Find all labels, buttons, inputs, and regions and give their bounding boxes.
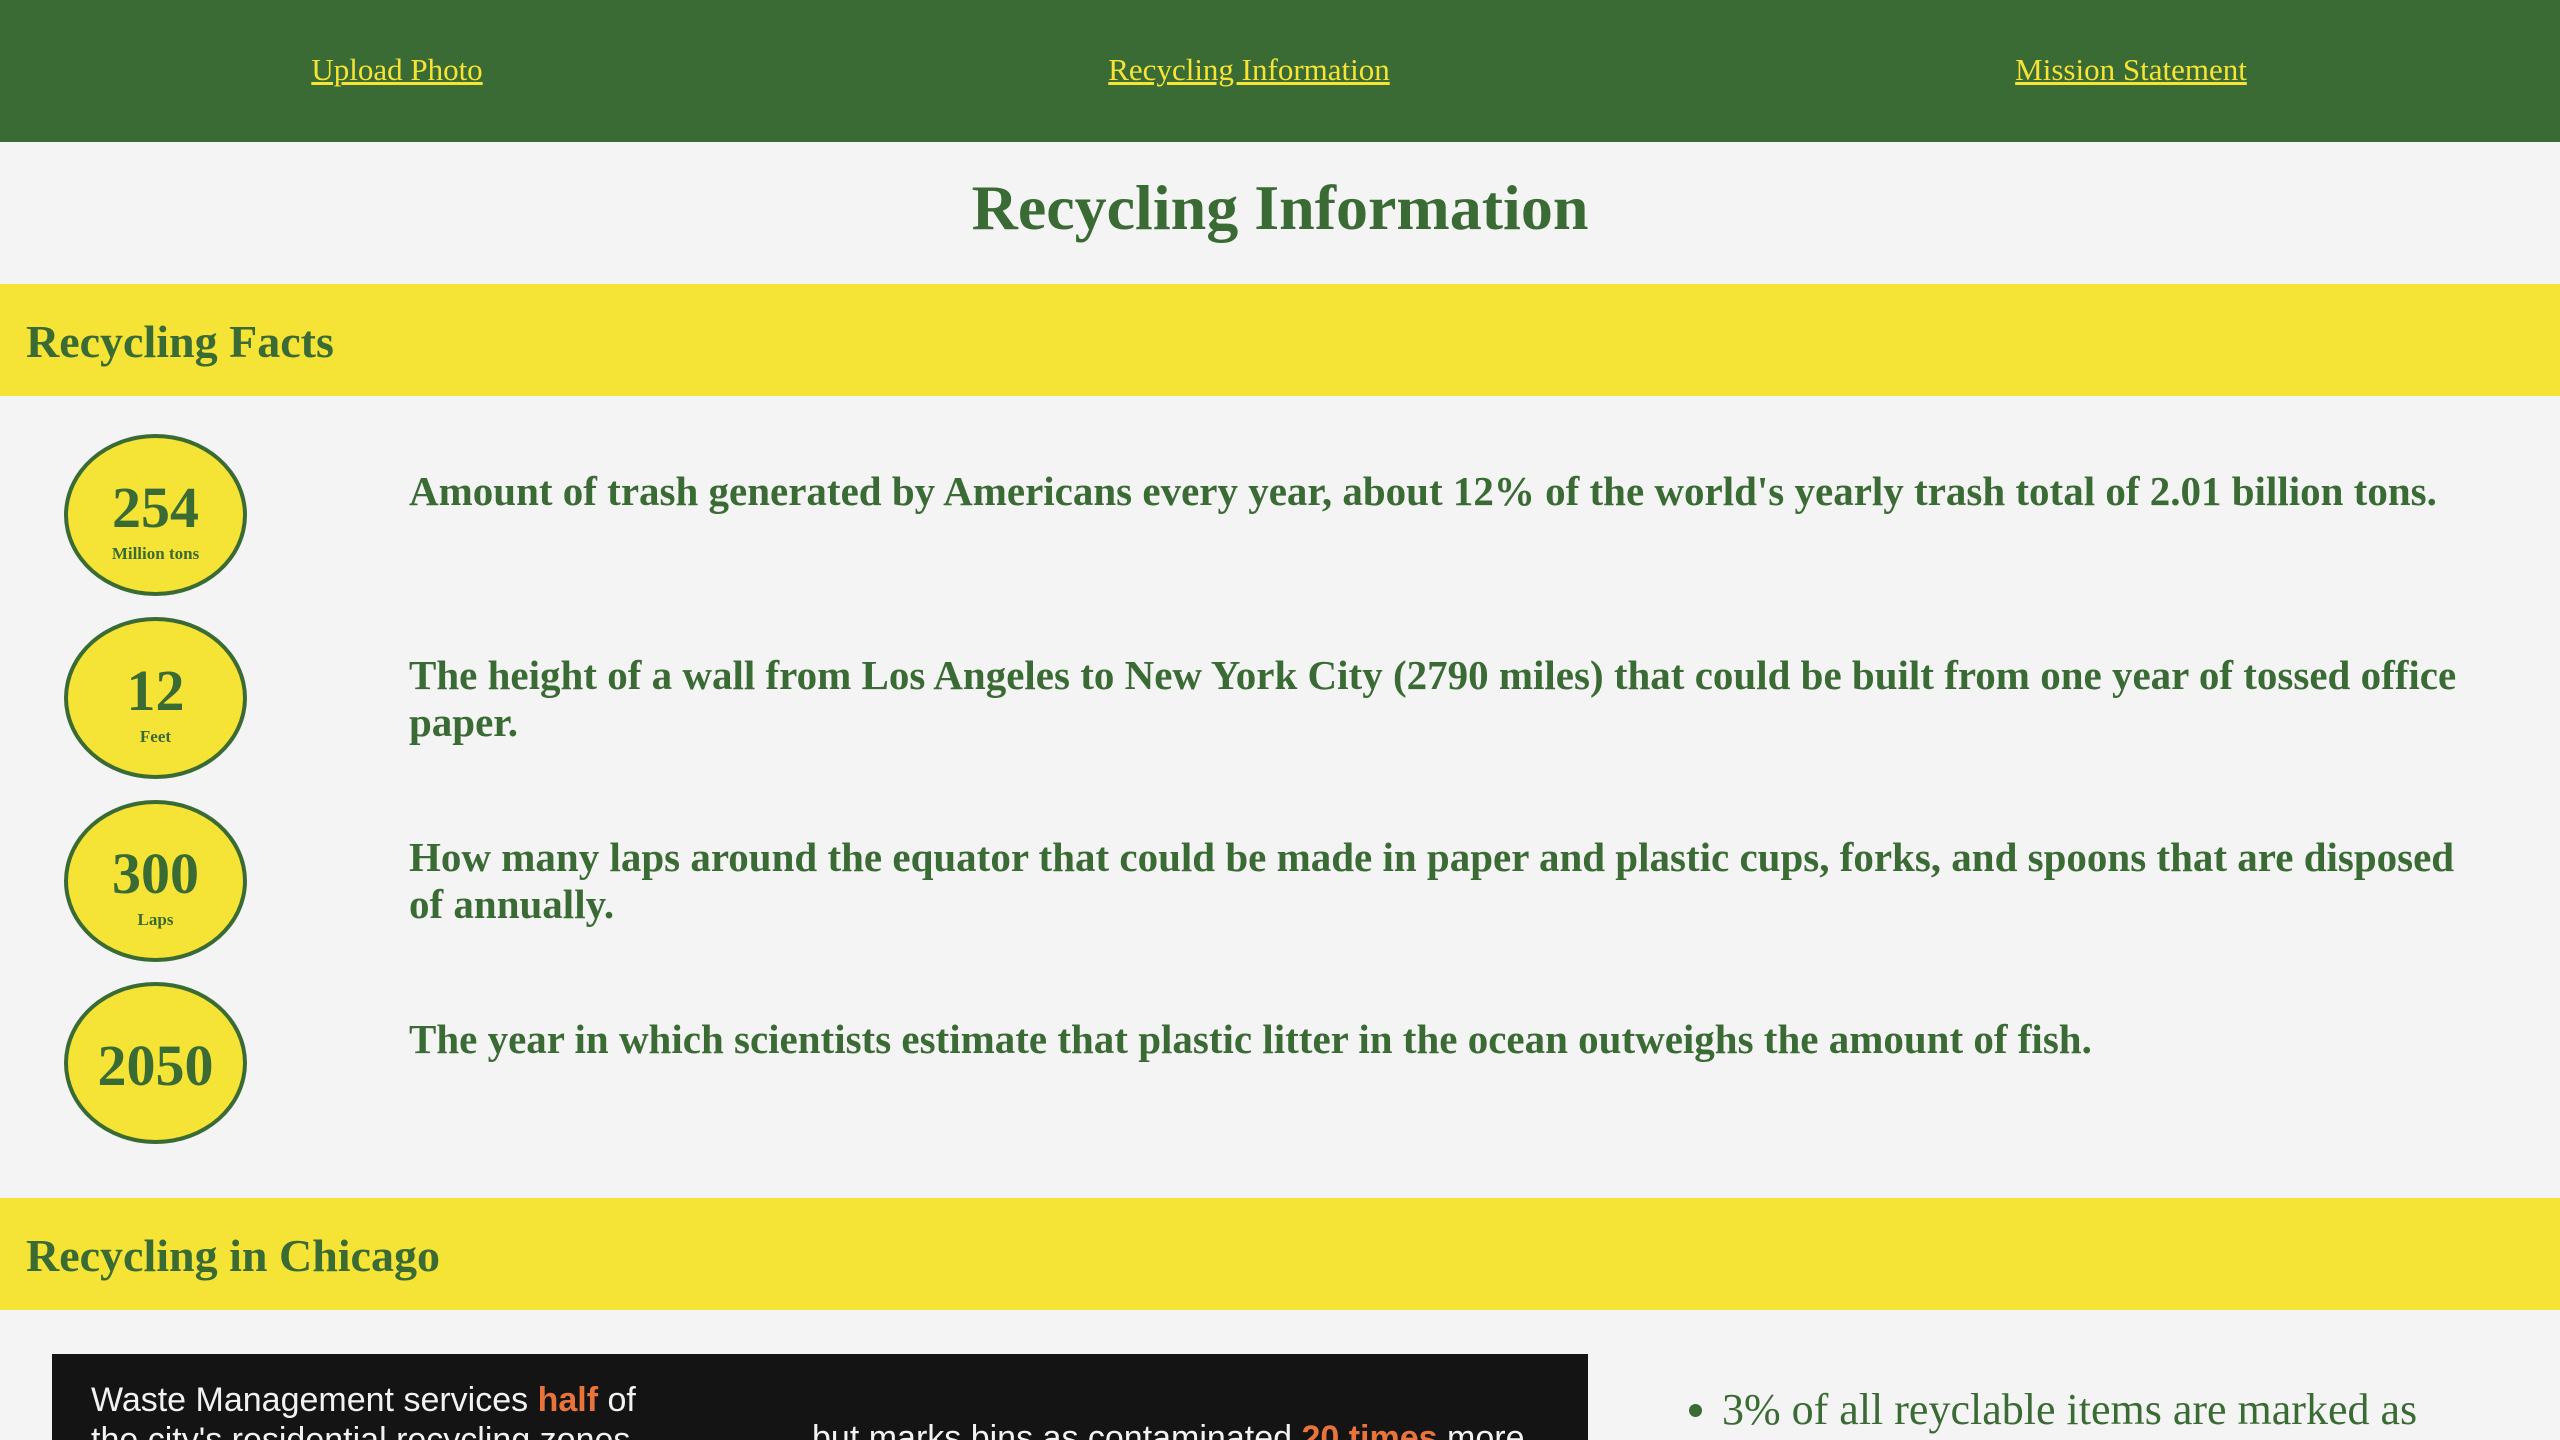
infographic-text: of	[598, 1381, 636, 1419]
infographic-text: the city's residential recycling zones,	[91, 1421, 640, 1440]
infographic-left-text: Waste Management services half of the ci…	[91, 1380, 640, 1440]
fact-unit: Million tons	[111, 544, 200, 563]
infographic-highlight: 20 times	[1301, 1419, 1438, 1440]
infographic-text: but marks bins as contaminated	[812, 1419, 1302, 1440]
infographic-text: Waste Management services	[91, 1381, 538, 1419]
fact-number: 254	[112, 475, 199, 540]
nav-link-mission-statement[interactable]: Mission Statement	[2015, 52, 2247, 88]
fact-number: 300	[112, 841, 199, 906]
page-title: Recycling Information	[971, 172, 1589, 243]
fact-text-2: The height of a wall from Los Angeles to…	[409, 652, 2457, 745]
recycling-chicago-header: Recycling in Chicago	[0, 1198, 2560, 1310]
fact-text-3: How many laps around the equator that co…	[409, 834, 2455, 927]
chicago-facts-list: 3% of all reyclable items are marked as	[1670, 1382, 2417, 1438]
fact-unit: Feet	[139, 727, 172, 746]
infographic-right-text: but marks bins as contaminated 20 times …	[812, 1418, 1524, 1440]
fact-circle-1: 254 Million tons	[64, 434, 247, 596]
fact-circle-2: 12 Feet	[64, 617, 247, 779]
infographic-text: more	[1437, 1419, 1525, 1440]
fact-unit: Laps	[137, 910, 174, 929]
recycling-chicago-heading: Recycling in Chicago	[26, 1230, 440, 1281]
fact-number: 2050	[97, 1033, 214, 1098]
nav-link-upload-photo[interactable]: Upload Photo	[311, 52, 482, 88]
chicago-infographic-image: Waste Management services half of the ci…	[52, 1354, 1588, 1440]
recycling-facts-heading: Recycling Facts	[26, 316, 334, 367]
top-navigation: Upload Photo Recycling Information Missi…	[0, 0, 2560, 142]
fact-circle-3: 300 Laps	[64, 800, 247, 962]
fact-text-1: Amount of trash generated by Americans e…	[409, 468, 2437, 514]
nav-link-recycling-information[interactable]: Recycling Information	[1108, 52, 1390, 88]
fact-number: 12	[126, 658, 185, 723]
infographic-highlight: half	[537, 1381, 599, 1419]
list-item: 3% of all reyclable items are marked as	[1722, 1382, 2417, 1438]
recycling-facts-header: Recycling Facts	[0, 284, 2560, 396]
fact-circle-4: 2050	[64, 982, 247, 1144]
fact-text-4: The year in which scientists estimate th…	[409, 1016, 2092, 1062]
